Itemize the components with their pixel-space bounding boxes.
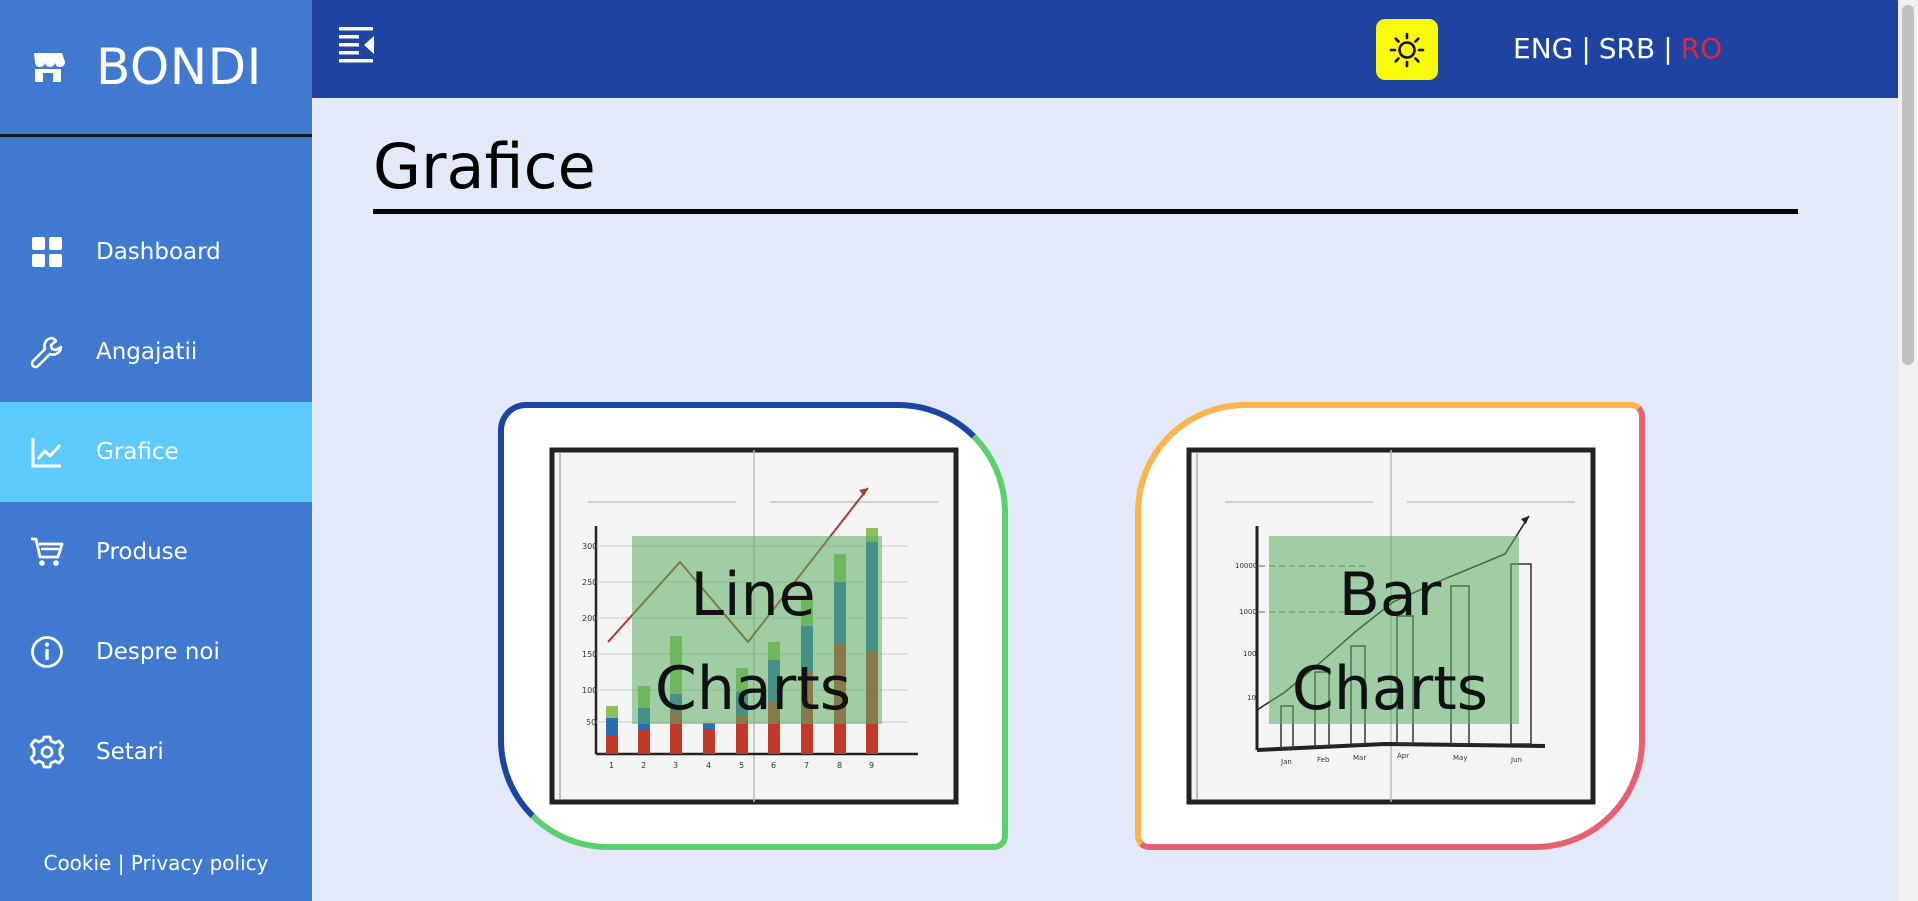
privacy-policy-link[interactable]: Privacy policy xyxy=(131,851,269,875)
language-ro[interactable]: RO xyxy=(1681,32,1723,65)
sidebar: BONDI Dashboard Angajatii Grafice Produs… xyxy=(0,0,312,901)
cookie-link[interactable]: Cookie xyxy=(43,851,111,875)
wrench-icon xyxy=(30,335,64,369)
sidebar-item-label: Grafice xyxy=(96,439,179,465)
sidebar-item-setari[interactable]: Setari xyxy=(0,702,312,802)
info-icon xyxy=(30,635,64,669)
svg-text:2: 2 xyxy=(641,761,646,770)
bar-charts-label: Bar Charts xyxy=(1141,548,1639,736)
svg-text:9: 9 xyxy=(869,761,874,770)
scrollbar-thumb[interactable] xyxy=(1902,5,1914,365)
footer-separator: | xyxy=(117,851,125,875)
sidebar-item-label: Dashboard xyxy=(96,239,221,265)
sun-icon xyxy=(1389,32,1425,67)
svg-text:Apr: Apr xyxy=(1397,752,1409,760)
page-title: Grafice xyxy=(373,130,596,203)
sidebar-item-label: Angajatii xyxy=(96,339,198,365)
svg-text:May: May xyxy=(1453,754,1467,762)
svg-text:5: 5 xyxy=(739,761,744,770)
title-divider xyxy=(373,209,1798,214)
svg-text:6: 6 xyxy=(771,761,776,770)
sidebar-item-dashboard[interactable]: Dashboard xyxy=(0,202,312,302)
svg-text:7: 7 xyxy=(804,761,809,770)
svg-text:Jun: Jun xyxy=(1510,756,1522,764)
line-chart-icon xyxy=(30,435,64,469)
sidebar-nav: Dashboard Angajatii Grafice Produse Desp… xyxy=(0,202,312,802)
line-charts-label-line2: Charts xyxy=(654,654,852,724)
sidebar-item-angajatii[interactable]: Angajatii xyxy=(0,302,312,402)
bar-charts-label-line2: Charts xyxy=(1291,654,1489,724)
sidebar-item-despre-noi[interactable]: Despre noi xyxy=(0,602,312,702)
line-charts-label-line1: Line xyxy=(690,560,816,630)
svg-text:3: 3 xyxy=(673,761,678,770)
sidebar-footer: Cookie | Privacy policy xyxy=(0,851,312,875)
sidebar-item-label: Setari xyxy=(96,739,164,765)
topbar: ENG | SRB | RO xyxy=(312,0,1898,98)
svg-text:Jan: Jan xyxy=(1280,758,1292,766)
brand[interactable]: BONDI xyxy=(0,0,312,137)
language-separator: | xyxy=(1581,32,1591,65)
svg-text:1: 1 xyxy=(609,761,614,770)
sidebar-item-produse[interactable]: Produse xyxy=(0,502,312,602)
gear-icon xyxy=(30,735,64,769)
bar-charts-card[interactable]: 10000 1000 100 10 Jan Feb Mar Apr May Jun Bar C… xyxy=(1135,402,1645,850)
sidebar-item-grafice[interactable]: Grafice xyxy=(0,402,312,502)
page-scrollbar[interactable] xyxy=(1898,0,1918,901)
cart-icon xyxy=(30,535,64,569)
language-eng[interactable]: ENG xyxy=(1513,32,1573,65)
svg-text:8: 8 xyxy=(837,761,842,770)
theme-toggle-button[interactable] xyxy=(1376,19,1438,80)
svg-text:Feb: Feb xyxy=(1317,756,1330,764)
bar-charts-label-line1: Bar xyxy=(1338,560,1442,630)
store-icon xyxy=(30,49,66,85)
svg-text:4: 4 xyxy=(706,761,711,770)
language-srb[interactable]: SRB xyxy=(1599,32,1655,65)
dashboard-icon xyxy=(30,235,64,269)
line-charts-card[interactable]: 300 250 200 150 100 50 123 456 789 Line Char… xyxy=(498,402,1008,850)
sidebar-item-label: Despre noi xyxy=(96,639,220,665)
brand-title: BONDI xyxy=(96,38,262,96)
language-separator: | xyxy=(1663,32,1673,65)
menu-collapse-icon[interactable] xyxy=(339,27,375,67)
svg-text:Mar: Mar xyxy=(1353,754,1366,762)
line-charts-label: Line Charts xyxy=(504,548,1002,736)
language-switcher: ENG | SRB | RO xyxy=(1513,32,1722,65)
sidebar-item-label: Produse xyxy=(96,539,188,565)
